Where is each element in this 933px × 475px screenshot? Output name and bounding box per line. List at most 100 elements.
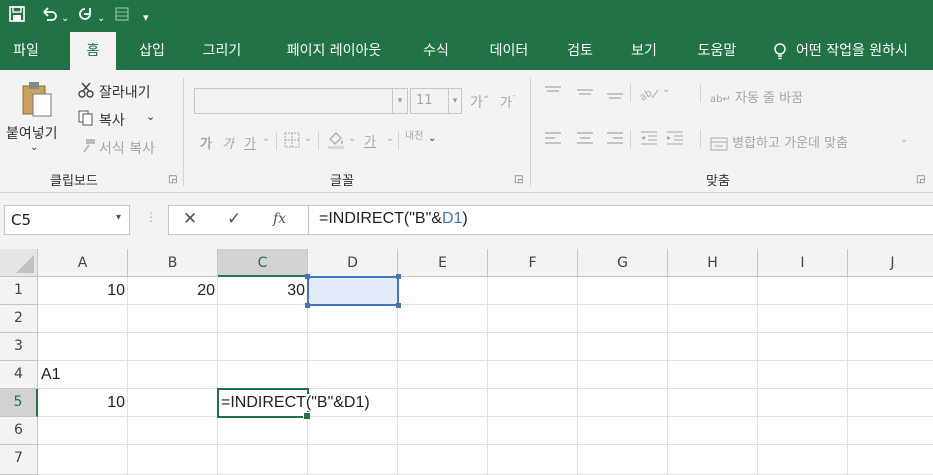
tab-insert[interactable]: 삽입 [130,32,174,70]
grid-cell[interactable] [308,417,398,445]
grid-cell[interactable] [488,361,578,389]
grid-cell[interactable] [128,389,218,417]
font-size-select[interactable]: 11 ▾ [410,88,462,114]
cell-a1[interactable]: 10 [38,277,128,305]
column-header-e[interactable]: E [398,249,488,277]
column-header-d[interactable]: D [308,249,398,277]
select-all-button[interactable] [0,249,38,277]
paste-icon[interactable] [20,80,54,122]
grid-cell[interactable] [218,305,308,333]
grid-cell[interactable] [668,333,758,361]
format-painter-icon[interactable] [80,138,96,158]
column-header-i[interactable]: I [758,249,848,277]
form-icon[interactable] [113,5,131,28]
grid-cell[interactable] [578,305,668,333]
alignment-launcher-icon[interactable]: ◲ [916,174,925,185]
redo-dropdown-icon[interactable]: ⌄ [97,9,105,29]
align-middle-icon[interactable] [576,84,594,104]
grid-cell[interactable] [488,277,578,305]
fill-color-icon[interactable] [326,130,346,154]
cut-button[interactable]: 잘라내기 [99,82,151,102]
grid-cell[interactable] [398,333,488,361]
grid-cell[interactable] [398,417,488,445]
font-launcher-icon[interactable]: ◲ [514,174,523,185]
cut-icon[interactable] [78,82,94,102]
grid-cell[interactable] [758,445,848,475]
grid-cell[interactable] [758,333,848,361]
border-dropdown-icon[interactable]: ⌄ [304,133,312,144]
grid-cell[interactable] [128,333,218,361]
grid-cell[interactable] [668,305,758,333]
font-name-select[interactable]: ▾ [194,88,408,114]
row-header-4[interactable]: 4 [0,361,38,389]
row-header-3[interactable]: 3 [0,333,38,361]
row-header-5[interactable]: 5 [0,389,38,417]
cancel-icon[interactable]: ✕ [183,209,197,229]
grid-cell[interactable] [578,389,668,417]
italic-button[interactable]: 가 [222,133,234,152]
paste-dropdown-icon[interactable]: ⌄ [30,142,38,153]
enter-icon[interactable]: ✓ [227,209,241,229]
grid-cell[interactable] [668,417,758,445]
grid-cell[interactable] [488,417,578,445]
tab-formulas[interactable]: 수식 [414,32,458,70]
ref-handle[interactable] [396,303,401,308]
grid-cell[interactable] [758,361,848,389]
border-icon[interactable] [284,132,300,152]
grid-cell[interactable] [218,333,308,361]
grid-cell[interactable] [218,417,308,445]
grid-cell[interactable] [758,277,848,305]
font-color-button[interactable]: 가 [364,131,376,150]
tab-page-layout[interactable]: 페이지 레이아웃 [276,32,392,70]
grid-cell[interactable] [128,361,218,389]
column-header-c[interactable]: C [218,249,308,277]
phonetic-dropdown-icon[interactable]: ⌄ [428,133,436,144]
align-right-icon[interactable] [606,130,624,150]
copy-dropdown-icon[interactable]: ⌄ [146,110,155,123]
row-header-7[interactable]: 7 [0,445,38,475]
grid-cell[interactable] [308,305,398,333]
grid-cell[interactable] [578,417,668,445]
insert-function-icon[interactable]: fx [273,211,286,227]
grid-cell[interactable] [848,305,933,333]
grid-cell[interactable] [848,417,933,445]
grid-cell[interactable] [128,305,218,333]
grid-cell[interactable] [128,417,218,445]
undo-icon[interactable] [40,5,58,28]
grid-cell[interactable] [758,305,848,333]
cell-c1[interactable]: 30 [218,277,308,305]
align-bottom-icon[interactable] [606,84,624,104]
grid-cell[interactable] [308,333,398,361]
grid-cell[interactable] [38,333,128,361]
cell-b1[interactable]: 20 [128,277,218,305]
grid-cell[interactable] [308,361,398,389]
grid-cell[interactable] [758,389,848,417]
grid-cell[interactable] [848,445,933,475]
grid-cell[interactable] [398,277,488,305]
cell-a4[interactable]: A1 [38,361,128,389]
undo-dropdown-icon[interactable]: ⌄ [61,9,69,29]
tell-me-search[interactable]: 어떤 작업을 원하시 [796,32,933,70]
redo-icon[interactable] [76,5,94,28]
formula-input[interactable]: =INDIRECT("B"&D1) [308,205,933,235]
decrease-font-button[interactable]: 가ˇ [500,92,516,111]
decrease-indent-icon[interactable] [640,130,658,150]
column-header-f[interactable]: F [488,249,578,277]
format-painter-button[interactable]: 서식 복사 [99,138,155,158]
orientation-dropdown-icon[interactable]: ⌄ [662,84,670,95]
grid-cell[interactable] [38,445,128,475]
save-icon[interactable] [8,5,26,28]
fill-color-dropdown-icon[interactable]: ⌄ [348,133,356,144]
grid-cell[interactable] [668,361,758,389]
grid-cell[interactable] [488,333,578,361]
column-header-b[interactable]: B [128,249,218,277]
grid-cell[interactable] [128,445,218,475]
paste-button[interactable]: 붙여넣기 [6,123,58,143]
grid-cell[interactable] [308,445,398,475]
clipboard-launcher-icon[interactable]: ◲ [168,174,177,185]
grid-cell[interactable] [578,333,668,361]
wrap-text-button[interactable]: ab↵ 자동 줄 바꿈 [710,87,803,106]
grid-cell[interactable] [668,389,758,417]
cell-d1-referenced[interactable] [305,274,401,308]
tab-data[interactable]: 데이터 [480,32,538,70]
